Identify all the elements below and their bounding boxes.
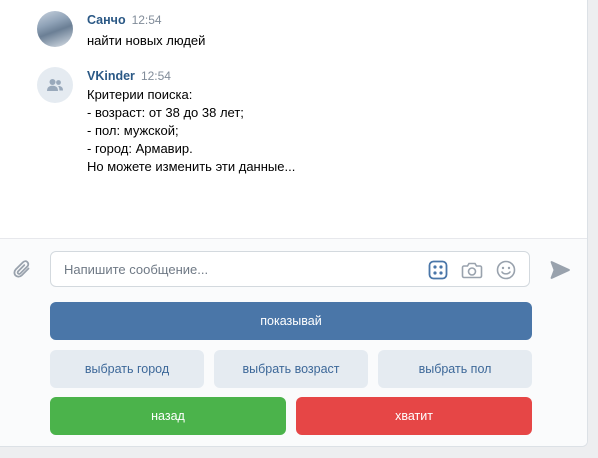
choose-age-button[interactable]: выбрать возраст xyxy=(214,350,368,388)
message-body: Санчо 12:54 найти новых людей xyxy=(87,11,567,50)
message-text-line: - пол: мужской; xyxy=(87,123,179,138)
message-author[interactable]: Санчо xyxy=(87,13,126,27)
back-button-label: назад xyxy=(151,409,185,423)
message-input[interactable]: Напишите сообщение... xyxy=(50,251,530,287)
paperclip-icon xyxy=(13,260,30,278)
keyboard-icon xyxy=(428,260,448,280)
back-button[interactable]: назад xyxy=(50,397,286,435)
send-button[interactable] xyxy=(549,259,571,286)
message-text-line: Но можете изменить эти данные... xyxy=(87,159,296,174)
user-avatar[interactable] xyxy=(37,11,73,47)
send-icon xyxy=(550,261,570,279)
stop-button[interactable]: хватит xyxy=(296,397,532,435)
stop-button-label: хватит xyxy=(395,409,433,423)
message-text-line: - город: Армавир. xyxy=(87,141,193,156)
emoji-button[interactable] xyxy=(496,260,516,285)
camera-button[interactable] xyxy=(461,260,483,285)
keyboard-button[interactable] xyxy=(428,260,448,285)
camera-icon xyxy=(461,262,483,279)
attach-button[interactable] xyxy=(11,258,35,287)
message-text-line: - возраст: от 38 до 38 лет; xyxy=(87,105,244,120)
show-button[interactable]: показывай xyxy=(50,302,532,340)
choose-city-button-label: выбрать город xyxy=(84,362,170,376)
message-text-line: Критерии поиска: xyxy=(87,87,193,102)
message-author[interactable]: VKinder xyxy=(87,69,135,83)
message-time: 12:54 xyxy=(131,13,162,27)
bot-avatar[interactable] xyxy=(37,67,73,103)
show-button-label: показывай xyxy=(260,314,322,328)
group-icon xyxy=(47,79,63,91)
message-time: 12:54 xyxy=(140,69,171,83)
smile-icon xyxy=(496,260,516,280)
message-body: VKinder 12:54 Критерии поиска: - возраст:… xyxy=(87,67,567,176)
message-input-placeholder: Напишите сообщение... xyxy=(64,262,209,277)
chat-panel: Санчо 12:54 найти новых людей VKinder 12:5… xyxy=(0,0,588,447)
choose-gender-button-label: выбрать пол xyxy=(418,362,492,376)
message-text-line: найти новых людей xyxy=(87,33,206,48)
choose-city-button[interactable]: выбрать город xyxy=(50,350,204,388)
choose-gender-button[interactable]: выбрать пол xyxy=(378,350,532,388)
choose-age-button-label: выбрать возраст xyxy=(242,362,340,376)
